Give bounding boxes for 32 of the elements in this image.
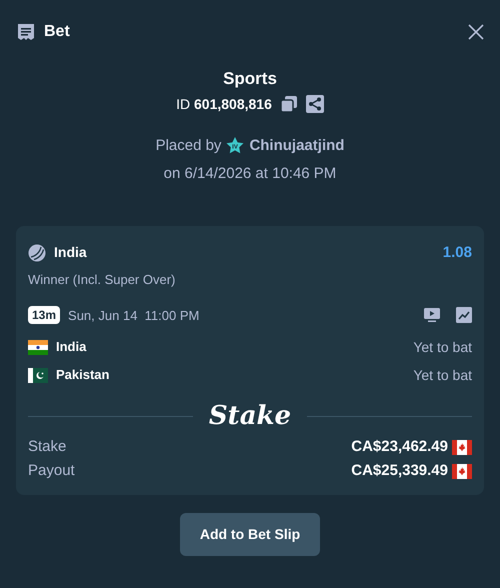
- flag-icon: [28, 340, 48, 354]
- flag-icon: [28, 368, 48, 382]
- amount-value: CA$23,462.49: [351, 436, 448, 457]
- bet-category: Sports: [222, 68, 278, 90]
- tv-icon[interactable]: [424, 307, 440, 324]
- close-icon[interactable]: [468, 24, 484, 40]
- total-label: Stake: [28, 436, 66, 457]
- add-to-bet-slip-button[interactable]: Add to Bet Slip: [180, 513, 320, 556]
- copy-icon[interactable]: [280, 95, 298, 113]
- batting-status: Yet to bat: [413, 338, 472, 356]
- receipt-icon: [16, 22, 36, 42]
- stats-icon[interactable]: [456, 307, 472, 324]
- team-name: India: [56, 338, 86, 356]
- selection-name: India: [54, 243, 87, 262]
- start-time: Sun, Jun 14 11:00 PM: [68, 306, 200, 324]
- odds-value: 1.08: [442, 242, 472, 262]
- brand-logo: Stake: [208, 403, 292, 429]
- amount-value: CA$25,339.49: [351, 460, 448, 481]
- team-name: Pakistan: [56, 366, 110, 384]
- batting-status: Yet to bat: [413, 366, 472, 384]
- modal-title: Bet: [44, 22, 70, 42]
- bet-id: ID 601,808,816: [176, 94, 272, 114]
- countdown-badge: 13m: [28, 306, 60, 324]
- flag-icon: [452, 464, 472, 478]
- flag-icon: [452, 440, 472, 454]
- cricket-ball-icon: [28, 244, 46, 262]
- share-icon[interactable]: [306, 95, 324, 113]
- username-link[interactable]: Chinujaatjind: [249, 134, 344, 157]
- placed-date: on 6/14/2026 at 10:46 PM: [162, 164, 338, 184]
- market-name: Winner (Incl. Super Over): [28, 271, 176, 289]
- total-label: Payout: [28, 460, 75, 481]
- placed-by-label: Placed by: [156, 136, 222, 156]
